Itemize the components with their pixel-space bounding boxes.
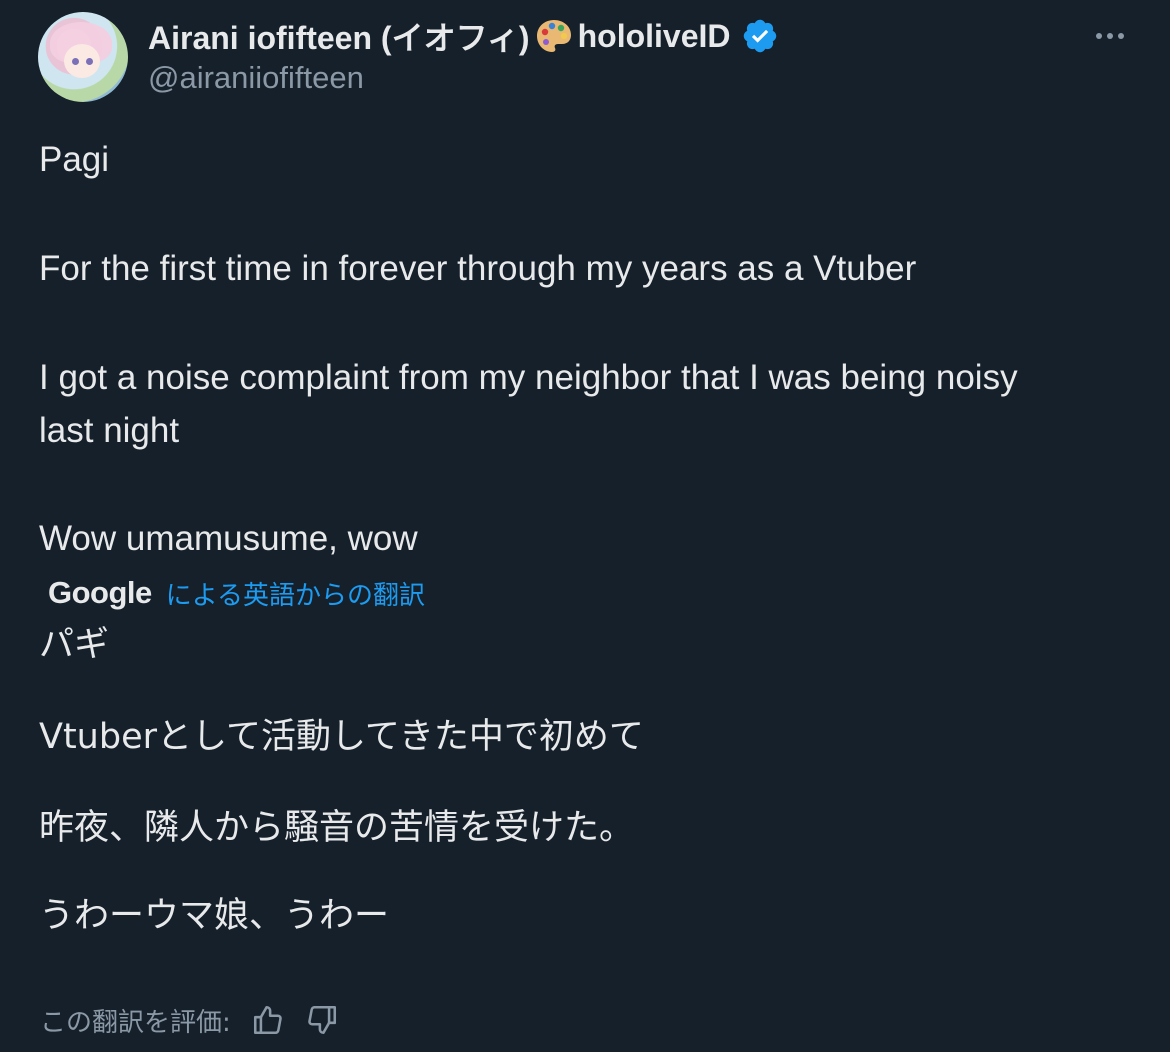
author-handle[interactable]: @airaniiofifteen <box>148 60 364 96</box>
translation-source-link[interactable]: による英語からの翻訳 <box>166 575 425 612</box>
more-dot <box>1118 33 1124 39</box>
translated-text-line: 昨夜、隣人から騒音の苦情を受けた。 <box>39 808 635 848</box>
author-avatar[interactable] <box>38 12 128 102</box>
thumbs-up-icon[interactable] <box>251 1003 285 1037</box>
tweet-text-line: For the first time in forever through my… <box>39 249 917 288</box>
display-name-text: Airani iofifteen (イオフィ) <box>148 20 530 56</box>
display-name-suffix: hololiveID <box>577 17 731 54</box>
thumbs-down-icon[interactable] <box>305 1003 339 1037</box>
avatar-face <box>64 44 100 78</box>
verified-badge-icon[interactable] <box>741 17 779 55</box>
avatar-eye <box>86 58 93 65</box>
tweet-text-line: Pagi <box>39 140 110 179</box>
rate-translation-label: この翻訳を評価: <box>40 1007 231 1038</box>
more-dot <box>1107 33 1113 39</box>
author-display-name[interactable]: Airani iofifteen (イオフィ) hololiveID <box>148 14 779 58</box>
tweet-text-line: I got a noise complaint from my neighbor… <box>39 358 1018 397</box>
tweet-text-line: Wow umamusume, wow <box>39 519 418 558</box>
translated-text-line: Vtuberとして活動してきた中で初めて <box>39 717 644 757</box>
avatar-eye <box>72 58 79 65</box>
google-logo: Google <box>48 575 152 610</box>
more-options-icon[interactable] <box>1090 22 1130 50</box>
translated-text-line: パギ <box>39 625 110 665</box>
more-dot <box>1096 33 1102 39</box>
tweet-text-line: last night <box>39 411 180 450</box>
translated-text-line: うわーウマ娘、うわー <box>39 896 390 936</box>
palette-icon <box>536 20 571 52</box>
rate-translation-row: この翻訳を評価: <box>40 996 339 1044</box>
translation-header: Google による英語からの翻訳 <box>48 572 425 614</box>
